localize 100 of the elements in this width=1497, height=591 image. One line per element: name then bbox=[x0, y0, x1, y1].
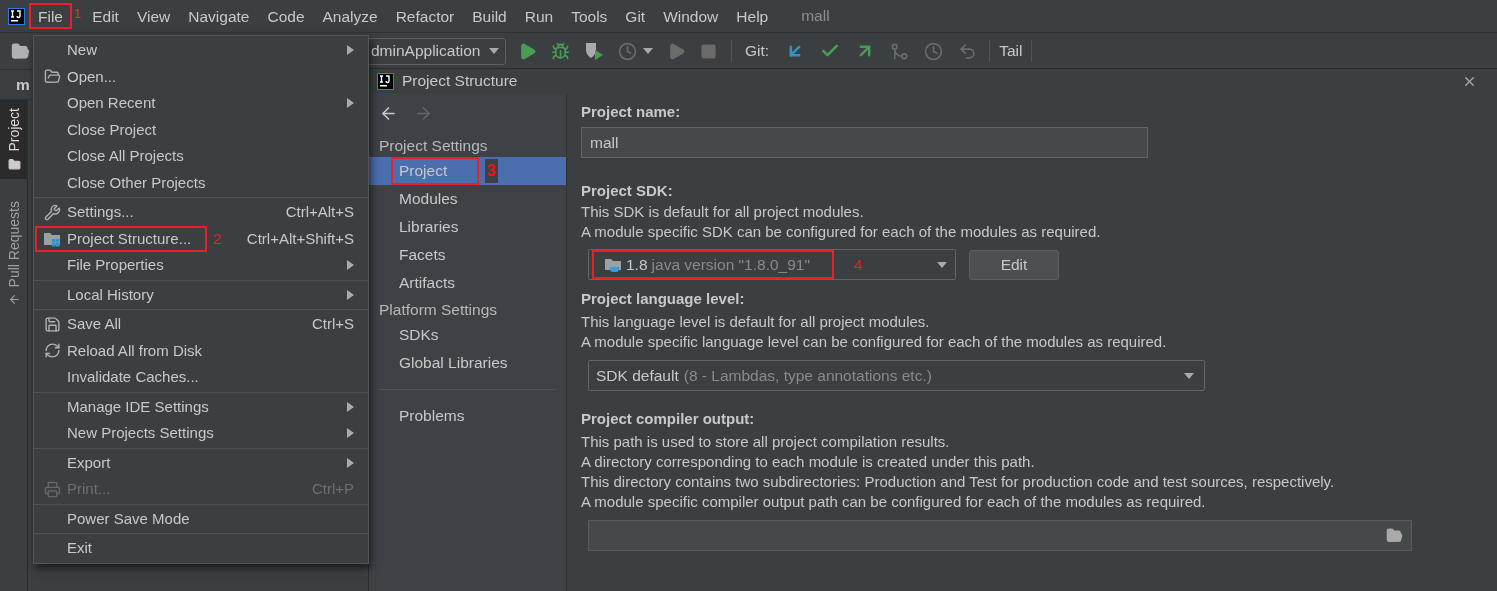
section-label: Project language level: bbox=[581, 289, 746, 309]
menu-item[interactable]: Help bbox=[727, 3, 778, 29]
description-text: A module specific language level can be configured for each of the modules as required. bbox=[581, 332, 1168, 352]
printer-icon bbox=[43, 480, 61, 498]
folder-icon bbox=[43, 68, 61, 86]
submenu-arrow-icon bbox=[347, 457, 354, 468]
menu-item[interactable]: Tools bbox=[562, 3, 617, 29]
shortcut-label: Ctrl+S bbox=[311, 314, 354, 334]
sdk-dropdown[interactable]: 1.8 java version "1.8.0_91" 4 bbox=[588, 249, 956, 280]
history-icon[interactable] bbox=[924, 41, 944, 61]
menu-item-label: New bbox=[67, 40, 97, 60]
description-text: This SDK is default for all project modules. bbox=[581, 202, 865, 222]
compiler-output-field[interactable] bbox=[588, 520, 1412, 551]
section-label: Project name: bbox=[581, 102, 682, 122]
submenu-arrow-icon bbox=[347, 401, 354, 412]
menu-item[interactable]: Save All Ctrl+S bbox=[34, 311, 368, 338]
sdk-value: 1.8 java version "1.8.0_91" bbox=[592, 250, 834, 279]
nav-section-heading: Project Settings bbox=[378, 135, 489, 156]
menu-item[interactable]: Invalidate Caches... bbox=[34, 364, 368, 391]
menu-item[interactable]: View bbox=[127, 3, 180, 29]
submenu-arrow-icon bbox=[347, 98, 354, 109]
description-text: A directory corresponding to each module is created under this path. bbox=[581, 452, 1036, 472]
menu-item[interactable]: File bbox=[29, 3, 72, 29]
folder-icon[interactable] bbox=[11, 41, 30, 61]
menu-item[interactable]: Reload All from Disk bbox=[34, 337, 368, 364]
submenu-arrow-icon bbox=[347, 428, 354, 439]
menu-item[interactable]: Window bbox=[654, 3, 728, 29]
menu-item-label: New Projects Settings bbox=[67, 423, 214, 443]
menu-item[interactable]: Git bbox=[616, 3, 655, 29]
description-text: A module specific compiler output path can be configured for each of the modules as required. bbox=[581, 492, 1207, 512]
dialog-title: Project Structure bbox=[402, 71, 518, 92]
nav-item[interactable]: Libraries bbox=[369, 213, 566, 241]
submenu-arrow-icon bbox=[347, 260, 354, 271]
arrow-icon bbox=[7, 292, 21, 306]
menu-item-label: Open Recent bbox=[67, 93, 156, 113]
menu-item[interactable]: Analyze bbox=[313, 3, 387, 29]
menu-item[interactable]: Close All Projects bbox=[34, 143, 368, 170]
menu-item[interactable]: New Projects Settings bbox=[34, 420, 368, 447]
menu-item-label: Close Project bbox=[67, 119, 157, 140]
annotation-number: 1 bbox=[73, 5, 83, 23]
nav-item[interactable]: Global Libraries bbox=[369, 349, 566, 377]
app-logo-icon bbox=[377, 72, 394, 90]
menu-item-label: Export bbox=[67, 452, 111, 473]
nav-item[interactable]: Problems bbox=[369, 402, 566, 430]
menu-item[interactable]: File Properties bbox=[34, 252, 368, 279]
menu-item[interactable]: Build bbox=[463, 3, 516, 29]
caret-icon bbox=[643, 48, 653, 54]
annotation-number: 2 bbox=[213, 228, 222, 249]
menu-item[interactable]: Refactor bbox=[386, 3, 464, 29]
menu-item-label: Power Save Mode bbox=[67, 508, 190, 529]
annotation-number: 3 bbox=[485, 159, 499, 183]
shield-play-icon[interactable] bbox=[584, 41, 604, 61]
tool-window-tab[interactable]: Pull Requests bbox=[0, 192, 28, 314]
menu-item[interactable]: Open Recent bbox=[34, 90, 368, 117]
menu-item[interactable]: Exit bbox=[34, 535, 368, 562]
app-logo-icon bbox=[8, 7, 25, 25]
menu-item-label: Close Other Projects bbox=[67, 172, 206, 193]
play-icon[interactable] bbox=[667, 41, 686, 61]
tail-button[interactable]: Tail bbox=[999, 39, 1023, 63]
section-label: Project compiler output: bbox=[581, 409, 756, 429]
menu-item[interactable]: Open... bbox=[34, 63, 368, 90]
nav-item[interactable]: Artifacts bbox=[369, 269, 566, 297]
nav-item-label: Modules bbox=[399, 189, 459, 210]
menu-item[interactable]: Close Project bbox=[34, 116, 368, 143]
menu-item[interactable]: Power Save Mode bbox=[34, 505, 368, 532]
menu-item[interactable]: Manage IDE Settings bbox=[34, 393, 368, 420]
menu-item[interactable]: Export bbox=[34, 449, 368, 476]
nav-item-label: SDKs bbox=[399, 325, 440, 346]
menu-item[interactable]: Settings... Ctrl+Alt+S bbox=[34, 199, 368, 226]
git-label: Git: bbox=[745, 41, 770, 62]
tool-window-tab[interactable]: Project bbox=[0, 100, 28, 179]
annotation-number: 4 bbox=[853, 254, 863, 275]
submenu-arrow-icon bbox=[347, 289, 354, 300]
bug-icon[interactable] bbox=[551, 41, 570, 61]
editor-tab[interactable]: m bbox=[16, 72, 30, 97]
merge-icon[interactable] bbox=[890, 41, 910, 61]
stop-icon[interactable] bbox=[700, 42, 717, 60]
menu-item-label: Manage IDE Settings bbox=[67, 396, 209, 417]
menu-item[interactable]: Run bbox=[515, 3, 563, 29]
caret-icon bbox=[489, 48, 499, 54]
undo-icon[interactable] bbox=[958, 41, 978, 61]
menu-item[interactable]: Edit bbox=[83, 3, 128, 29]
menu-item[interactable]: Close Other Projects bbox=[34, 169, 368, 196]
project-name: mall bbox=[801, 6, 830, 27]
folder-icon bbox=[7, 157, 21, 171]
edit-button[interactable]: Edit bbox=[969, 249, 1059, 280]
nav-item-label: Global Libraries bbox=[399, 353, 509, 374]
menu-item[interactable]: Navigate bbox=[179, 3, 259, 29]
menu-item[interactable]: Local History bbox=[34, 281, 368, 308]
nav-item[interactable]: Modules bbox=[369, 185, 566, 213]
description-text: This directory contains two subdirectories: Production and Test for production code and test sources, respectively. bbox=[581, 472, 1336, 492]
description-text: A module specific SDK can be configured for each of the modules as required. bbox=[581, 222, 1102, 242]
nav-item[interactable]: Facets bbox=[369, 241, 566, 269]
menu-item[interactable]: Code bbox=[258, 3, 314, 29]
folder-icon[interactable] bbox=[1386, 527, 1403, 544]
project-name-field[interactable]: mall bbox=[581, 127, 1148, 158]
language-level-dropdown[interactable]: SDK default (8 - Lambdas, type annotations etc.) bbox=[588, 360, 1205, 391]
menu-item-label: Local History bbox=[67, 284, 154, 305]
nav-item[interactable]: SDKs bbox=[369, 321, 566, 349]
run-icon[interactable] bbox=[518, 41, 537, 61]
